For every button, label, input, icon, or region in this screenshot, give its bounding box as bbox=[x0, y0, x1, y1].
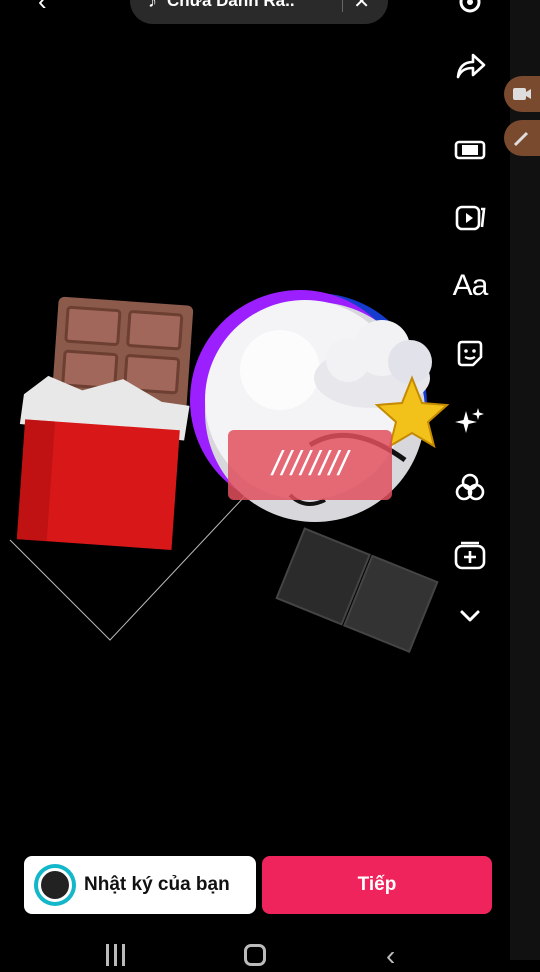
video-clip-icon bbox=[455, 205, 486, 231]
back-icon[interactable]: ‹ bbox=[386, 940, 395, 972]
recents-icon[interactable] bbox=[106, 944, 128, 966]
gear-icon bbox=[459, 0, 481, 13]
avatar bbox=[34, 864, 76, 906]
video-button[interactable] bbox=[444, 196, 496, 240]
your-diary-label: Nhật ký của bạn bbox=[84, 874, 230, 895]
censor-text: //////// bbox=[270, 445, 351, 483]
close-icon[interactable]: ✕ bbox=[353, 0, 370, 14]
chocolate-sticker[interactable] bbox=[12, 294, 197, 550]
settings-button[interactable] bbox=[444, 0, 496, 24]
home-icon[interactable] bbox=[244, 944, 266, 966]
share-arrow-icon bbox=[456, 53, 486, 79]
system-navigation-bar: ‹ bbox=[0, 930, 540, 971]
share-button[interactable] bbox=[444, 44, 496, 88]
edge-camera-button[interactable] bbox=[504, 76, 540, 112]
template-button[interactable] bbox=[444, 128, 496, 172]
music-pill[interactable]: ♪ Chưa Dành Ra.. ✕ bbox=[130, 0, 388, 24]
camera-icon bbox=[513, 88, 531, 100]
divider bbox=[342, 0, 344, 12]
your-diary-button[interactable]: Nhật ký của bạn bbox=[24, 856, 256, 914]
bottom-action-bar: Nhật ký của bạn Tiếp bbox=[24, 856, 492, 914]
phone-frame-icon bbox=[454, 140, 486, 160]
back-chevron-icon[interactable]: ‹ bbox=[38, 0, 47, 17]
music-note-icon: ♪ bbox=[148, 0, 157, 11]
next-button[interactable]: Tiếp bbox=[262, 856, 492, 914]
music-title: Chưa Dành Ra.. bbox=[167, 0, 295, 10]
censor-sticker[interactable]: //////// bbox=[228, 430, 392, 500]
video-canvas[interactable]: //////// bbox=[0, 260, 470, 680]
edge-brush-button[interactable] bbox=[504, 120, 540, 156]
brush-icon bbox=[513, 131, 529, 147]
dark-chocolate-sticker[interactable] bbox=[275, 527, 439, 653]
